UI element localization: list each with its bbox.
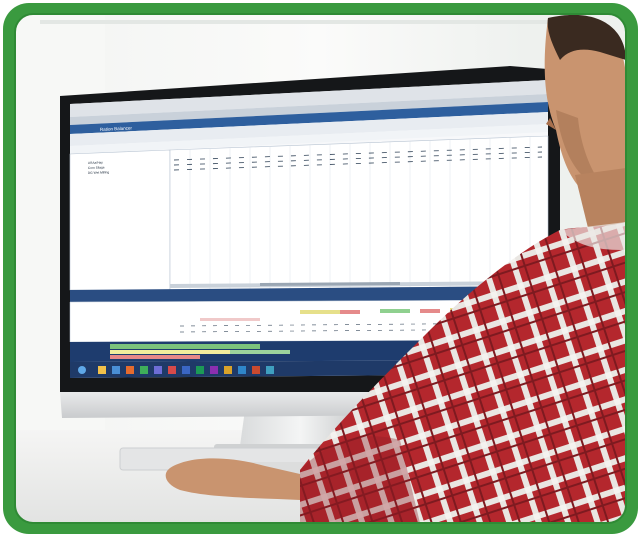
row-2-name: DG Wet Milling (88, 170, 110, 175)
photo-scene: Ration Balancer Alf Aa/Hay Corn Silage D… (0, 0, 641, 537)
row-1-name: Corn Silage (88, 165, 105, 170)
photo: Ration Balancer Alf Aa/Hay Corn Silage D… (0, 0, 641, 537)
row-0-name: Alf Aa/Hay (88, 160, 103, 165)
